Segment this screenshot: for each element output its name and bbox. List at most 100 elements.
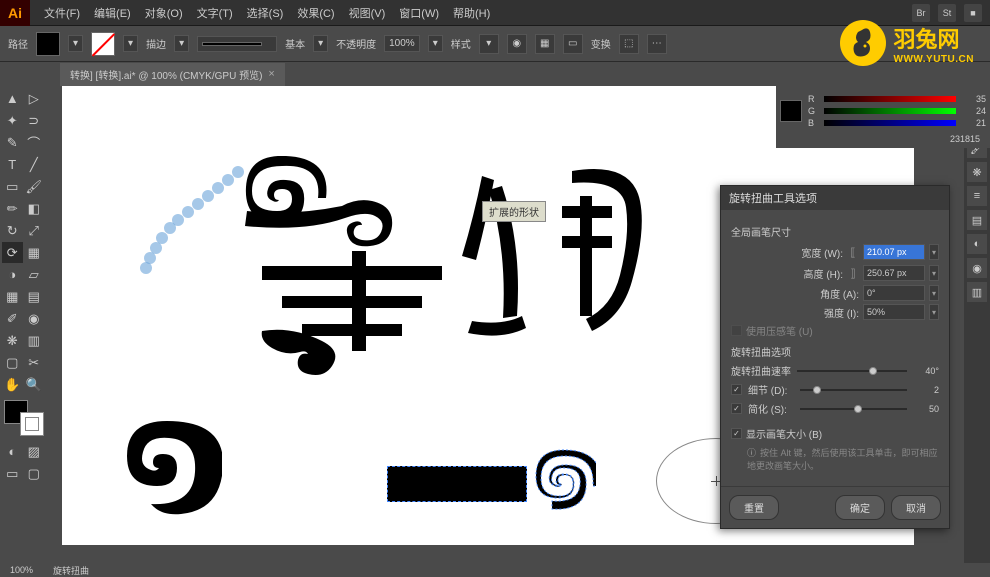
- show-brush-checkbox[interactable]: ✓: [731, 428, 742, 439]
- width-tool[interactable]: ⟳: [2, 242, 23, 263]
- align-button[interactable]: ▦: [535, 34, 555, 54]
- link-icon[interactable]: ⟦: [847, 243, 859, 261]
- opacity-value[interactable]: 100%: [384, 35, 420, 52]
- pen-tool[interactable]: ✎: [2, 132, 23, 153]
- menu-select[interactable]: 选择(S): [241, 2, 290, 24]
- screen-mode-icon[interactable]: ▢: [24, 463, 45, 484]
- stroke-panel-icon[interactable]: ≡: [967, 186, 987, 206]
- shaper-tool[interactable]: ✏: [2, 198, 23, 219]
- zoom-level[interactable]: 100%: [10, 565, 33, 575]
- simplify-slider[interactable]: [800, 402, 907, 416]
- stock-icon[interactable]: St: [938, 4, 956, 22]
- menu-type[interactable]: 文字(T): [191, 2, 239, 24]
- scale-tool[interactable]: ⤢: [24, 220, 45, 241]
- blend-tool[interactable]: ◉: [24, 308, 45, 329]
- simplify-checkbox[interactable]: ✓: [731, 403, 742, 414]
- transparency-panel-icon[interactable]: ◐: [967, 234, 987, 254]
- twirl-rate-value[interactable]: 40°: [913, 366, 939, 376]
- g-value[interactable]: 24: [962, 106, 986, 116]
- document-tab[interactable]: 转换] [转换].ai* @ 100% (CMYK/GPU 预览) ×: [60, 63, 285, 86]
- ok-button[interactable]: 确定: [835, 495, 885, 520]
- direct-selection-tool[interactable]: ▷: [24, 88, 45, 109]
- line-tool[interactable]: ╱: [24, 154, 45, 175]
- eraser-tool[interactable]: ◧: [24, 198, 45, 219]
- selection-tool[interactable]: ▲: [2, 88, 23, 109]
- b-slider[interactable]: [824, 120, 956, 126]
- graph-tool[interactable]: ▥: [24, 330, 45, 351]
- angle-dropdown[interactable]: ▾: [929, 285, 939, 301]
- symbols-panel-icon[interactable]: ❋: [967, 162, 987, 182]
- arrange-icon[interactable]: ■: [964, 4, 982, 22]
- isolate-button[interactable]: ⬚: [619, 34, 639, 54]
- type-tool[interactable]: T: [2, 154, 23, 175]
- stroke-weight[interactable]: ▾: [174, 35, 189, 52]
- free-transform-tool[interactable]: ▦: [24, 242, 45, 263]
- twirl-rate-slider[interactable]: [797, 364, 907, 378]
- more-button[interactable]: ⋯: [647, 34, 667, 54]
- gradient-tool[interactable]: ▤: [24, 286, 45, 307]
- hand-tool[interactable]: ✋: [2, 374, 23, 395]
- opacity-dropdown[interactable]: ▾: [428, 35, 443, 52]
- cancel-button[interactable]: 取消: [891, 495, 941, 520]
- artboard-tool[interactable]: ▢: [2, 352, 23, 373]
- hex-value[interactable]: 231815: [780, 134, 986, 144]
- width-dropdown[interactable]: ▾: [929, 244, 939, 260]
- height-dropdown[interactable]: ▾: [929, 265, 939, 281]
- zoom-tool[interactable]: 🔍: [24, 374, 45, 395]
- simplify-value[interactable]: 50: [913, 404, 939, 414]
- perspective-tool[interactable]: ▱: [24, 264, 45, 285]
- stroke-color[interactable]: [20, 412, 44, 436]
- bridge-icon[interactable]: Br: [912, 4, 930, 22]
- draw-mode-icon[interactable]: ▭: [2, 463, 23, 484]
- intensity-input[interactable]: [863, 304, 925, 320]
- gradient-mode-icon[interactable]: ▨: [24, 441, 45, 462]
- menu-help[interactable]: 帮助(H): [447, 2, 496, 24]
- menu-edit[interactable]: 编辑(E): [88, 2, 137, 24]
- eyedropper-tool[interactable]: ✐: [2, 308, 23, 329]
- color-picker[interactable]: [4, 400, 44, 436]
- twirl-shape[interactable]: [532, 448, 596, 512]
- height-input[interactable]: [863, 265, 925, 281]
- gradient-panel-icon[interactable]: ▤: [967, 210, 987, 230]
- intensity-dropdown[interactable]: ▾: [929, 304, 939, 320]
- style-button[interactable]: ▾: [479, 34, 499, 54]
- detail-checkbox[interactable]: ✓: [731, 384, 742, 395]
- mesh-tool[interactable]: ▦: [2, 286, 23, 307]
- stroke-dropdown[interactable]: ▾: [123, 35, 138, 52]
- menu-window[interactable]: 窗口(W): [393, 2, 445, 24]
- recolor-button[interactable]: ◉: [507, 34, 527, 54]
- rectangle-tool[interactable]: ▭: [2, 176, 23, 197]
- rotate-tool[interactable]: ↻: [2, 220, 23, 241]
- detail-slider[interactable]: [800, 383, 907, 397]
- lasso-tool[interactable]: ⊃: [24, 110, 45, 131]
- menu-object[interactable]: 对象(O): [139, 2, 189, 24]
- link-icon-2[interactable]: ⟧: [847, 264, 859, 282]
- menu-file[interactable]: 文件(F): [38, 2, 86, 24]
- menu-view[interactable]: 视图(V): [343, 2, 392, 24]
- r-value[interactable]: 35: [962, 94, 986, 104]
- g-slider[interactable]: [824, 108, 956, 114]
- width-input[interactable]: [863, 244, 925, 260]
- fill-dropdown[interactable]: ▾: [68, 35, 83, 52]
- angle-input[interactable]: [863, 285, 925, 301]
- brush-dropdown[interactable]: ▾: [313, 35, 328, 52]
- detail-value[interactable]: 2: [913, 385, 939, 395]
- menu-effect[interactable]: 效果(C): [291, 2, 340, 24]
- panel-fill-swatch[interactable]: [780, 100, 802, 122]
- curvature-tool[interactable]: ⌒: [24, 132, 45, 153]
- slice-tool[interactable]: ✂: [24, 352, 45, 373]
- fill-color-swatch[interactable]: [36, 32, 60, 56]
- appearance-panel-icon[interactable]: ◉: [967, 258, 987, 278]
- r-slider[interactable]: [824, 96, 956, 102]
- magic-wand-tool[interactable]: ✦: [2, 110, 23, 131]
- reset-button[interactable]: 重置: [729, 495, 779, 520]
- close-icon[interactable]: ×: [268, 68, 274, 80]
- shape-builder-tool[interactable]: ◑: [2, 264, 23, 285]
- layers-panel-icon[interactable]: ▥: [967, 282, 987, 302]
- stroke-color-swatch[interactable]: [91, 32, 115, 56]
- brush-basic[interactable]: 基本: [285, 36, 305, 51]
- b-value[interactable]: 21: [962, 118, 986, 128]
- color-mode-icon[interactable]: ◐: [2, 441, 23, 462]
- selected-rectangle[interactable]: [387, 466, 527, 502]
- shape-button[interactable]: ▭: [563, 34, 583, 54]
